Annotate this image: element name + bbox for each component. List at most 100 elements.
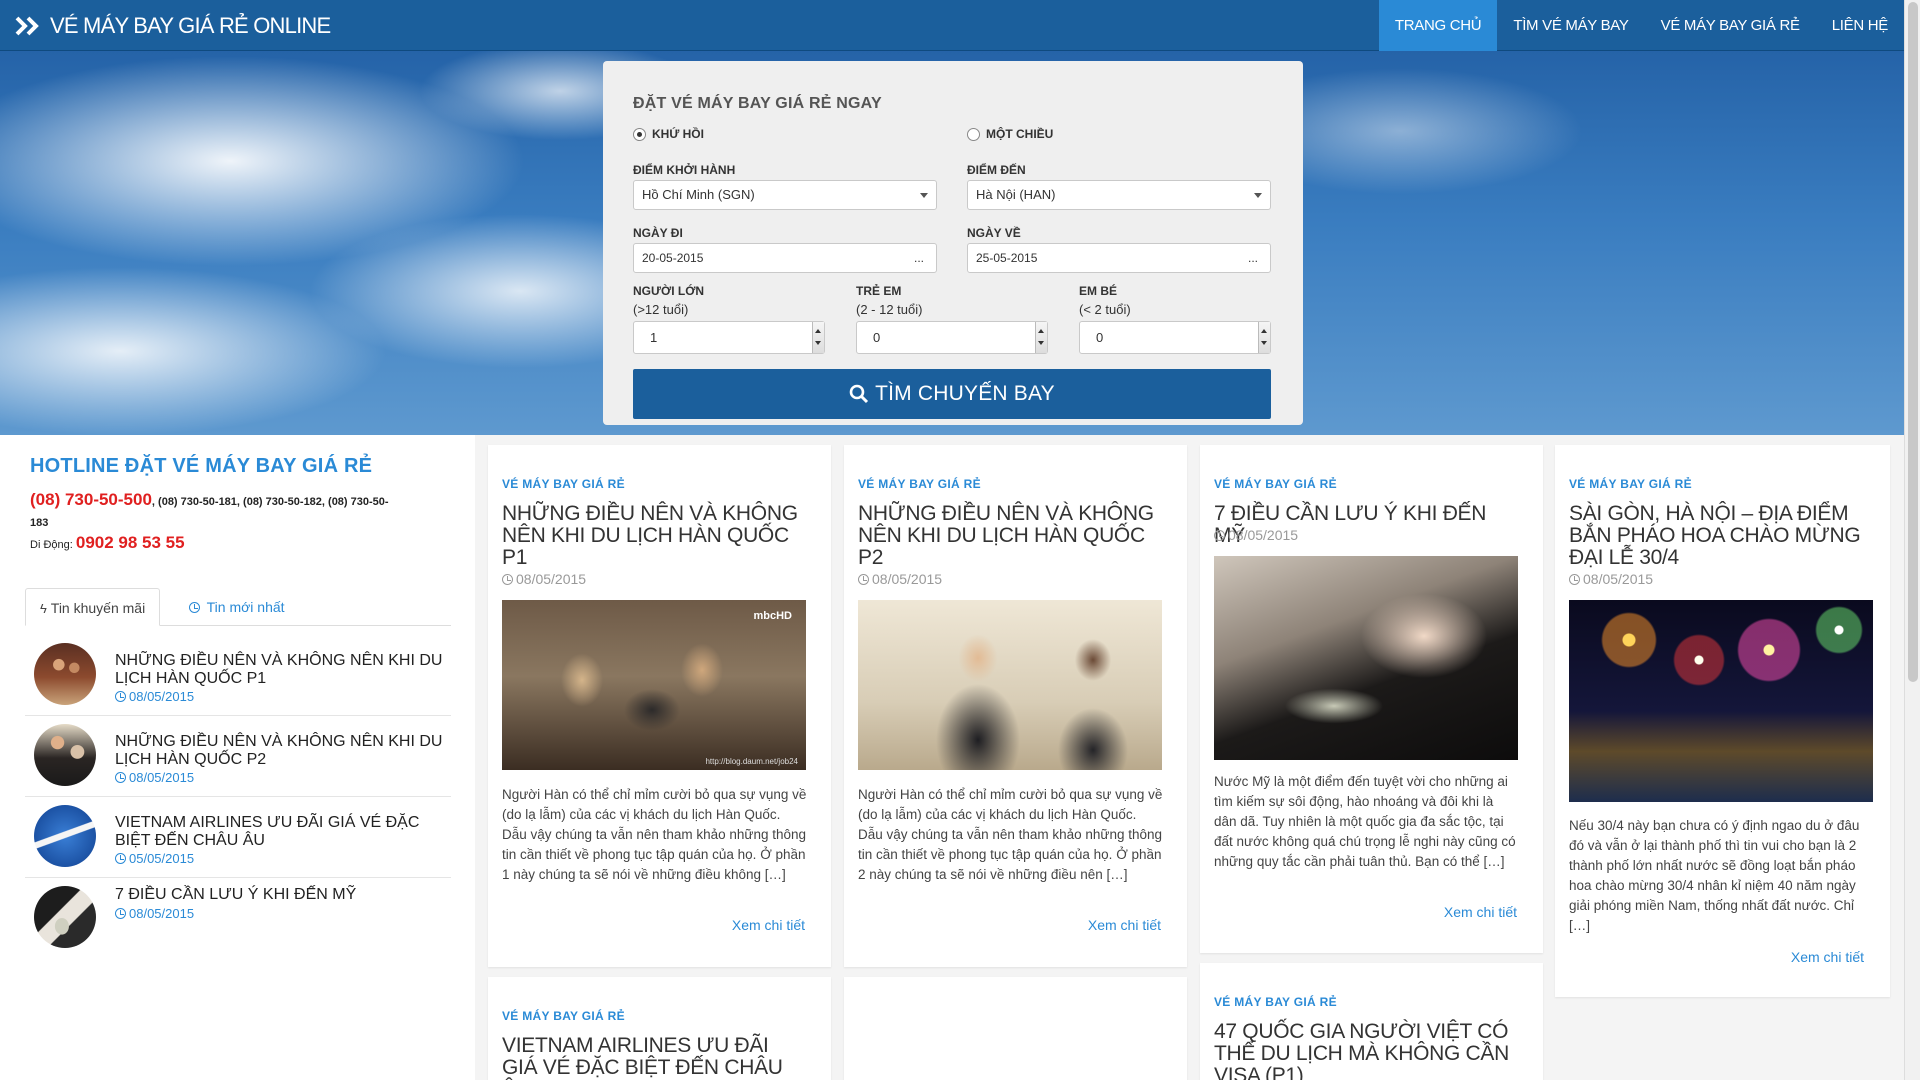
post-title[interactable]: NHỮNG ĐIỀU NÊN VÀ KHÔNG NÊN KHI DU LỊCH … [502,503,807,569]
radio-checked-icon [633,127,646,141]
mobile-number[interactable]: 0902 98 53 55 [76,533,185,552]
adult-sublabel: (>12 tuổi) [633,302,689,317]
post-thumbnail[interactable] [34,805,96,867]
tab-promotions[interactable]: ϟ Tin khuyến mãi [25,588,161,626]
post-excerpt: Người Hàn có thể chỉ mỉm cười bỏ qua sự … [858,787,1163,882]
post-excerpt: Nước Mỹ là một điểm đến tuyệt vời cho nh… [1214,774,1516,869]
hotline-numbers: (08) 730-50-500, (08) 730-50-181, (08) 7… [30,489,400,534]
radio-round-trip[interactable]: KHỨ HỒI [633,127,704,141]
list-item[interactable]: 7 ĐIỀU CẦN LƯU Ý KHI ĐẾN MỸ 08/05/2015 [25,878,451,959]
adult-count-stepper[interactable]: 1 [633,321,825,354]
post-date-value: 08/05/2015 [1228,527,1299,543]
list-item-date: 08/05/2015 [115,689,194,704]
from-select[interactable]: Hồ Chí Minh (SGN) [633,180,937,210]
post-category[interactable]: VÉ MÁY BAY GIÁ RẺ [1569,477,1692,491]
post-thumbnail[interactable] [34,724,96,786]
return-date-value: 25-05-2015 [976,251,1038,265]
date-picker-button[interactable]: ... [1248,244,1258,272]
child-label: TRẺ EM [856,284,902,298]
post-title[interactable]: VIETNAM AIRLINES ƯU ĐÃI GIÁ VÉ ĐẶC BIỆT … [502,1035,807,1080]
list-item-date-value: 08/05/2015 [129,770,195,785]
post-image[interactable] [1569,600,1873,802]
post-category[interactable]: VÉ MÁY BAY GIÁ RẺ [858,477,981,491]
post-category[interactable]: VÉ MÁY BAY GIÁ RẺ [502,1009,625,1023]
list-item-title[interactable]: 7 ĐIỀU CẦN LƯU Ý KHI ĐẾN MỸ [115,886,450,904]
list-item[interactable]: NHỮNG ĐIỀU NÊN VÀ KHÔNG NÊN KHI DU LỊCH … [25,635,451,716]
tab-latest[interactable]: Tin mới nhất [175,588,299,626]
post-date-value: 08/05/2015 [1583,571,1654,587]
spinner-arrows-icon[interactable] [1258,322,1270,353]
list-item-date-value: 08/05/2015 [129,906,195,921]
list-item-date: 08/05/2015 [115,906,194,921]
tab-promotions-label: Tin khuyến mãi [50,600,146,616]
brand-logo[interactable]: VÉ MÁY BAY GIÁ RẺ ONLINE [14,11,331,41]
post-category[interactable]: VÉ MÁY BAY GIÁ RẺ [1214,477,1337,491]
left-sidebar: HOTLINE ĐẶT VÉ MÁY BAY GIÁ RẺ (08) 730-5… [0,435,475,1080]
post-image[interactable] [1214,556,1518,760]
chevron-down-icon [1254,193,1262,198]
image-watermark-url: http://blog.daum.net/job24 [705,757,798,766]
radio-unchecked-icon [967,127,980,141]
post-category[interactable]: VÉ MÁY BAY GIÁ RẺ [1214,995,1337,1009]
depart-date-value: 20-05-2015 [642,251,704,265]
page-scrollbar[interactable] [1904,0,1920,1080]
to-select[interactable]: Hà Nội (HAN) [967,180,1271,210]
list-item-date: 05/05/2015 [115,851,194,866]
scrollbar-thumb[interactable] [1908,2,1918,682]
date-picker-button[interactable]: ... [914,244,924,272]
to-label: ĐIỂM ĐẾN [967,163,1026,177]
hotline-main-number[interactable]: (08) 730-50-500 [30,490,152,509]
list-item-title[interactable]: NHỮNG ĐIỀU NÊN VÀ KHÔNG NÊN KHI DU LỊCH … [115,652,450,688]
post-thumbnail[interactable] [34,886,96,948]
clock-icon [115,691,126,702]
clock-icon [858,574,869,585]
list-item-title[interactable]: NHỮNG ĐIỀU NÊN VÀ KHÔNG NÊN KHI DU LỊCH … [115,733,450,769]
depart-date-label: NGÀY ĐI [633,226,683,240]
read-more-link[interactable]: Xem chi tiết [1444,904,1517,920]
post-title[interactable]: SÀI GÒN, HÀ NỘI – ĐỊA ĐIỂM BẮN PHÁO HOA … [1569,503,1874,569]
child-count-value: 0 [873,330,881,345]
post-card: VÉ MÁY BAY GIÁ RẺ NHỮNG ĐIỀU NÊN VÀ KHÔN… [844,445,1187,967]
post-title[interactable]: NHỮNG ĐIỀU NÊN VÀ KHÔNG NÊN KHI DU LỊCH … [858,503,1163,569]
chevron-down-icon [920,193,928,198]
infant-count-stepper[interactable]: 0 [1079,321,1271,354]
read-more-link[interactable]: Xem chi tiết [1088,917,1161,933]
post-category[interactable]: VÉ MÁY BAY GIÁ RẺ [502,477,625,491]
list-item[interactable]: NHỮNG ĐIỀU NÊN VÀ KHÔNG NÊN KHI DU LỊCH … [25,716,451,797]
infant-count-value: 0 [1096,330,1104,345]
read-more-link[interactable]: Xem chi tiết [1791,949,1864,965]
read-more-link[interactable]: Xem chi tiết [732,917,805,933]
post-card: VÉ MÁY BAY GIÁ RẺ 47 QUỐC GIA NGƯỜI VIỆT… [1200,963,1543,1080]
nav-item-home[interactable]: TRANG CHỦ [1378,0,1498,51]
post-image[interactable] [858,600,1162,770]
post-title[interactable]: 47 QUỐC GIA NGƯỜI VIỆT CÓ THỂ DU LỊCH MÀ… [1214,1021,1519,1080]
search-flights-button[interactable]: TÌM CHUYẾN BAY [633,369,1271,419]
child-count-stepper[interactable]: 0 [856,321,1048,354]
search-flights-label: TÌM CHUYẾN BAY [875,382,1055,405]
return-date-label: NGÀY VỀ [967,226,1021,240]
radio-one-way[interactable]: MỘT CHIỀU [967,127,1053,141]
clock-icon [1214,530,1225,541]
spinner-arrows-icon[interactable] [1035,322,1047,353]
post-thumbnail[interactable] [34,643,96,705]
nav-item-cheap-flights[interactable]: VÉ MÁY BAY GIÁ RẺ [1645,0,1816,51]
sidebar-post-list: NHỮNG ĐIỀU NÊN VÀ KHÔNG NÊN KHI DU LỊCH … [25,635,451,959]
main-nav: TRANG CHỦ TÌM VÉ MÁY BAY VÉ MÁY BAY GIÁ … [1378,0,1904,51]
search-icon [849,384,869,404]
bolt-icon: ϟ [40,601,47,616]
mobile-label: Di Động: [30,539,76,551]
child-sublabel: (2 - 12 tuổi) [856,302,923,317]
list-item[interactable]: VIETNAM AIRLINES ƯU ĐÃI GIÁ VÉ ĐẶC BIỆT … [25,797,451,878]
post-image[interactable]: mbcHD http://blog.daum.net/job24 [502,600,806,770]
depart-date-input[interactable]: 20-05-2015 ... [633,243,937,273]
return-date-input[interactable]: 25-05-2015 ... [967,243,1271,273]
spinner-arrows-icon[interactable] [812,322,824,353]
post-card: VÉ MÁY BAY GIÁ RẺ VIETNAM AIRLINES ƯU ĐÃ… [488,977,831,1080]
clock-icon [115,772,126,783]
list-item-title[interactable]: VIETNAM AIRLINES ƯU ĐÃI GIÁ VÉ ĐẶC BIỆT … [115,814,450,850]
clock-icon [189,602,200,613]
hotline-title: HOTLINE ĐẶT VÉ MÁY BAY GIÁ RẺ [30,455,373,477]
list-item-date-value: 05/05/2015 [129,851,195,866]
nav-item-find-flights[interactable]: TÌM VÉ MÁY BAY [1497,0,1644,51]
nav-item-contact[interactable]: LIÊN HỆ [1816,0,1904,51]
